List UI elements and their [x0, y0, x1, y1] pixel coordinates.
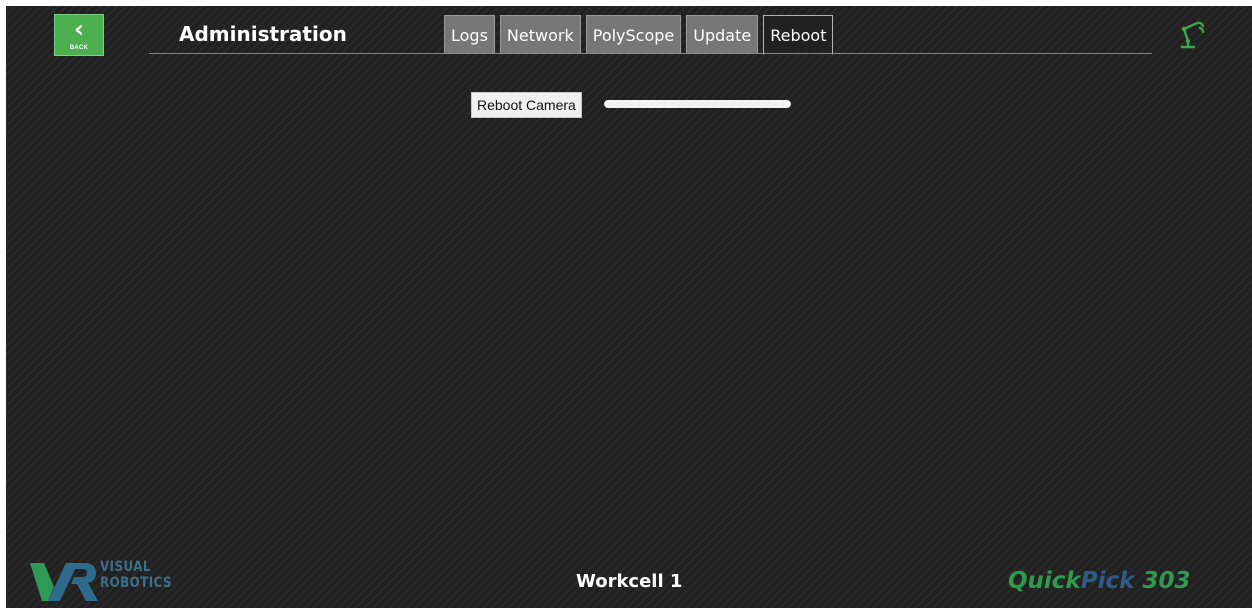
tab-logs[interactable]: Logs — [444, 15, 495, 54]
workcell-label: Workcell 1 — [576, 571, 683, 592]
visual-robotics-logo: VISUAL ROBOTICS — [30, 557, 180, 603]
vr-logo-mark — [30, 563, 98, 601]
brand-number: 303 — [1142, 568, 1191, 594]
logo-line-robotics: ROBOTICS — [100, 575, 172, 591]
header-divider — [149, 53, 1152, 54]
robot-arm-icon — [1180, 21, 1205, 49]
back-button[interactable]: ‹ BACK — [54, 14, 104, 56]
product-brand: QuickPick 303 — [1008, 568, 1190, 594]
app-window: ‹ BACK Administration Logs Network PolyS… — [6, 6, 1252, 608]
brand-pick: Pick — [1080, 568, 1135, 594]
logo-wordmark: VISUAL ROBOTICS — [100, 559, 172, 591]
brand-quick: Quick — [1008, 568, 1081, 594]
chevron-left-icon: ‹ — [74, 15, 84, 43]
tab-network[interactable]: Network — [499, 15, 581, 54]
reboot-camera-button[interactable]: Reboot Camera — [471, 92, 582, 118]
back-label: BACK — [69, 45, 89, 51]
tab-reboot[interactable]: Reboot — [763, 15, 834, 55]
tab-bar: Logs Network PolyScope Update Reboot — [444, 15, 838, 55]
tab-update[interactable]: Update — [686, 15, 759, 54]
reboot-progress-bar — [604, 100, 791, 108]
reboot-progress-fill — [604, 100, 791, 108]
logo-line-visual: VISUAL — [100, 559, 151, 575]
tab-polyscope[interactable]: PolyScope — [585, 15, 682, 54]
page-title: Administration — [179, 22, 347, 46]
